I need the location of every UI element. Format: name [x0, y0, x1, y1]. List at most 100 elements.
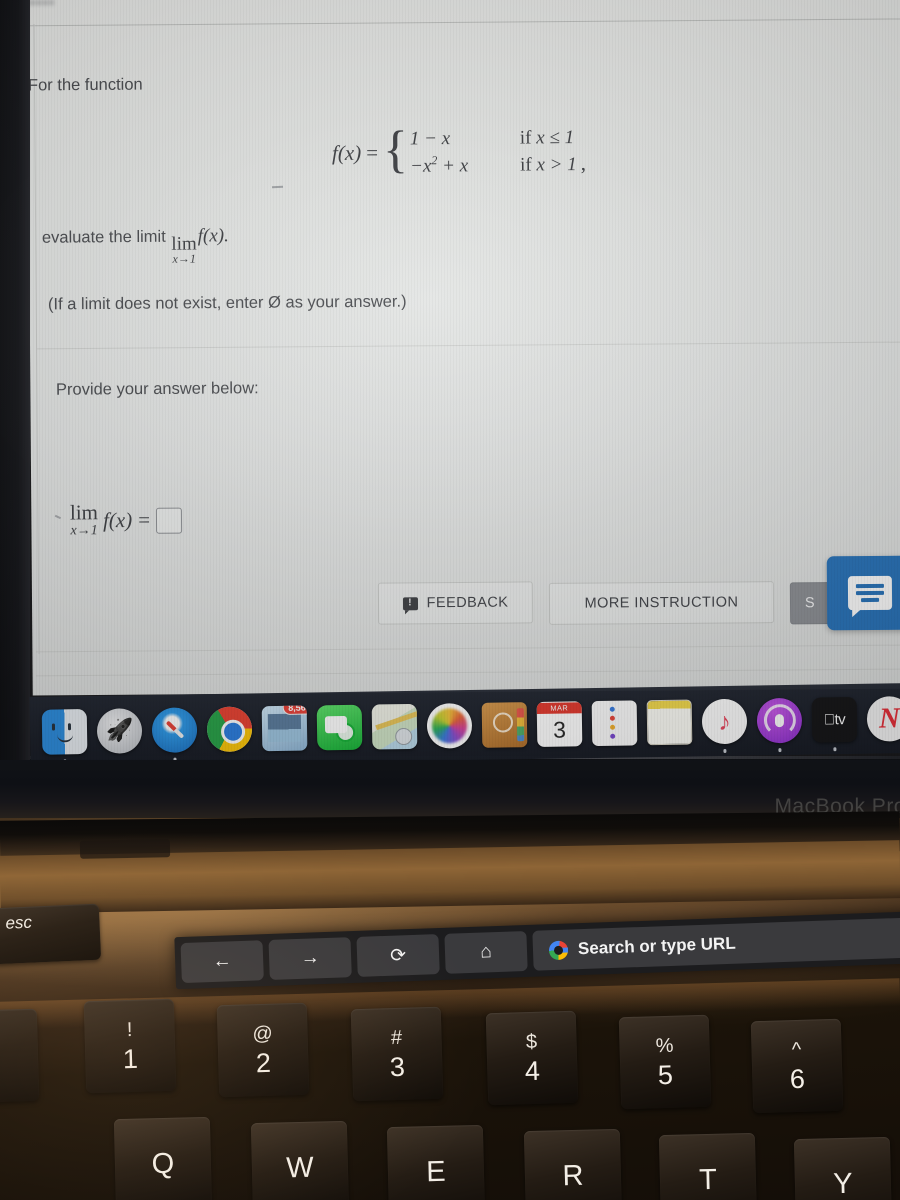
key-4[interactable]: $4	[485, 1010, 579, 1106]
reminder-row	[609, 715, 619, 721]
key-6-label: 6	[789, 1063, 806, 1094]
case2-expr-base: −x	[409, 155, 432, 177]
dock-item-contacts[interactable]	[481, 701, 528, 748]
dock-item-reminders[interactable]	[591, 699, 638, 746]
case2-condition-text: x > 1	[531, 154, 577, 176]
dock-item-chrome[interactable]	[206, 705, 253, 752]
formula-equals: =	[366, 140, 379, 165]
key-5-shift-glyph: %	[655, 1034, 674, 1057]
key-3[interactable]: #3	[350, 1006, 444, 1102]
key-e-label: E	[425, 1155, 447, 1189]
key-2[interactable]: @2	[216, 1002, 310, 1098]
calendar-day-label: 3	[552, 715, 567, 743]
dock-item-messages[interactable]	[316, 704, 363, 750]
formula-case-1: 1 − x if x ≤ 1	[410, 127, 577, 150]
key-6-shift-glyph: ^	[791, 1038, 802, 1061]
touchbar-reload-icon[interactable]: ⟳	[356, 934, 440, 977]
formula-case-2: −x2 + x if x > 1	[410, 152, 577, 178]
piecewise-function-formula: f(x) = { 1 − x if x ≤ 1 −x2 + x if x > 1…	[331, 122, 587, 179]
key-esc-label: esc	[5, 912, 33, 933]
laptop-screen: ••• ••••• For the function f(x) = { 1 − …	[0, 0, 900, 760]
touchbar-back-icon[interactable]: ←	[180, 940, 264, 984]
case2-expression: −x2 + x	[410, 153, 520, 178]
dock-item-podcasts[interactable]	[756, 697, 803, 752]
evaluate-instruction: evaluate the limit lim x→1 f(x).	[42, 225, 229, 267]
key-1-shift-glyph: !	[126, 1018, 133, 1041]
touchbar-home-icon[interactable]: ⌂	[444, 930, 528, 974]
key-r-label: R	[562, 1159, 584, 1193]
dock-item-photos[interactable]	[426, 702, 473, 749]
formula-lhs: f(x)	[331, 140, 362, 166]
key-5[interactable]: % 5	[618, 1014, 712, 1110]
dock-item-maps[interactable]	[371, 703, 418, 750]
key-w-label: W	[285, 1151, 315, 1185]
formula-cases: 1 − x if x ≤ 1 −x2 + x if x > 1	[410, 127, 577, 178]
calendar-month-label: MAR	[536, 701, 582, 714]
dne-note-text: (If a limit does not exist, enter Ø as y…	[47, 292, 407, 314]
screenshot-root: ••• ••••• For the function f(x) = { 1 − …	[0, 0, 900, 1200]
provide-answer-label: Provide your answer below:	[55, 379, 259, 399]
key-y[interactable]: Y	[793, 1136, 893, 1200]
dock-item-notes[interactable]	[646, 699, 693, 745]
screen-artifact-dash	[271, 185, 284, 189]
dock-item-tv[interactable]: tv	[811, 696, 858, 751]
touchbar-forward-icon[interactable]: →	[268, 937, 352, 980]
formula-trailing-comma: ,	[580, 151, 587, 176]
more-instruction-button[interactable]: MORE INSTRUCTION	[548, 581, 775, 625]
screen-left-bezel	[0, 0, 30, 760]
key-w[interactable]: W	[250, 1120, 350, 1200]
dock-item-calendar[interactable]: MAR 3	[536, 700, 583, 747]
speech-bubble-alert-icon	[402, 596, 418, 610]
app-running-indicator	[833, 747, 837, 751]
blurred-top-text: ••• •••••	[0, 0, 56, 12]
case2-condition: if x > 1	[520, 154, 577, 176]
key-2-shift-glyph: @	[252, 1022, 273, 1045]
key-6[interactable]: ^ 6	[750, 1018, 844, 1114]
key-t[interactable]: T	[658, 1132, 758, 1200]
key-e[interactable]: E	[386, 1124, 486, 1200]
answer-function-label: f(x)	[102, 507, 133, 533]
answer-input-box[interactable]	[155, 507, 183, 534]
touchbar-url-placeholder: Search or type URL	[577, 933, 736, 959]
key-esc[interactable]: esc	[0, 903, 102, 965]
feedback-button-label: FEEDBACK	[426, 594, 509, 612]
app-running-indicator	[723, 748, 727, 753]
key-q[interactable]: Q	[113, 1116, 213, 1200]
google-logo-icon	[548, 940, 569, 960]
dock-item-music[interactable]	[701, 698, 748, 753]
key-5-label: 5	[657, 1059, 674, 1090]
laptop-lid-notch	[79, 839, 171, 859]
inline-limit-operator: lim x→1	[171, 234, 197, 266]
inline-lim-subscript: x→1	[172, 251, 196, 266]
key-t-label: T	[698, 1163, 718, 1197]
case2-if-keyword: if	[519, 154, 532, 176]
dock-item-news[interactable]: N	[866, 695, 900, 742]
app-running-indicator	[173, 757, 177, 760]
dock-item-launchpad[interactable]	[96, 707, 143, 754]
screen-bottom-bezel	[0, 756, 900, 818]
key-2-label: 2	[255, 1047, 272, 1078]
key-tilde[interactable]: ~ `	[0, 1008, 40, 1104]
chat-support-widget[interactable]	[826, 555, 900, 631]
more-instruction-label: MORE INSTRUCTION	[584, 594, 739, 612]
question-intro-text: For the function	[27, 75, 143, 95]
reminder-row	[610, 724, 620, 730]
answer-equals-sign: =	[138, 507, 151, 532]
app-running-indicator	[778, 748, 782, 752]
dock-item-safari[interactable]	[151, 706, 198, 760]
touchbar-url-field[interactable]: Search or type URL	[532, 916, 900, 971]
case1-expression: 1 − x	[409, 128, 451, 150]
dock-item-finder[interactable]	[41, 708, 88, 760]
appletv-label: tv	[824, 710, 846, 728]
macos-dock[interactable]: 8,563 MAR3 tv N	[29, 683, 900, 760]
key-1[interactable]: ! 1	[83, 998, 177, 1094]
feedback-button[interactable]: FEEDBACK	[377, 581, 534, 625]
answer-limit-operator: lim x→1	[70, 500, 98, 539]
dock-item-mail[interactable]: 8,563	[261, 705, 308, 751]
key-3-shift-glyph: #	[390, 1026, 403, 1049]
case1-if-keyword: if	[519, 127, 532, 149]
answer-expression-row: lim x→1 f(x) =	[70, 500, 183, 540]
key-y-label: Y	[832, 1167, 854, 1200]
key-3-label: 3	[389, 1051, 406, 1082]
key-r[interactable]: R	[523, 1128, 623, 1200]
